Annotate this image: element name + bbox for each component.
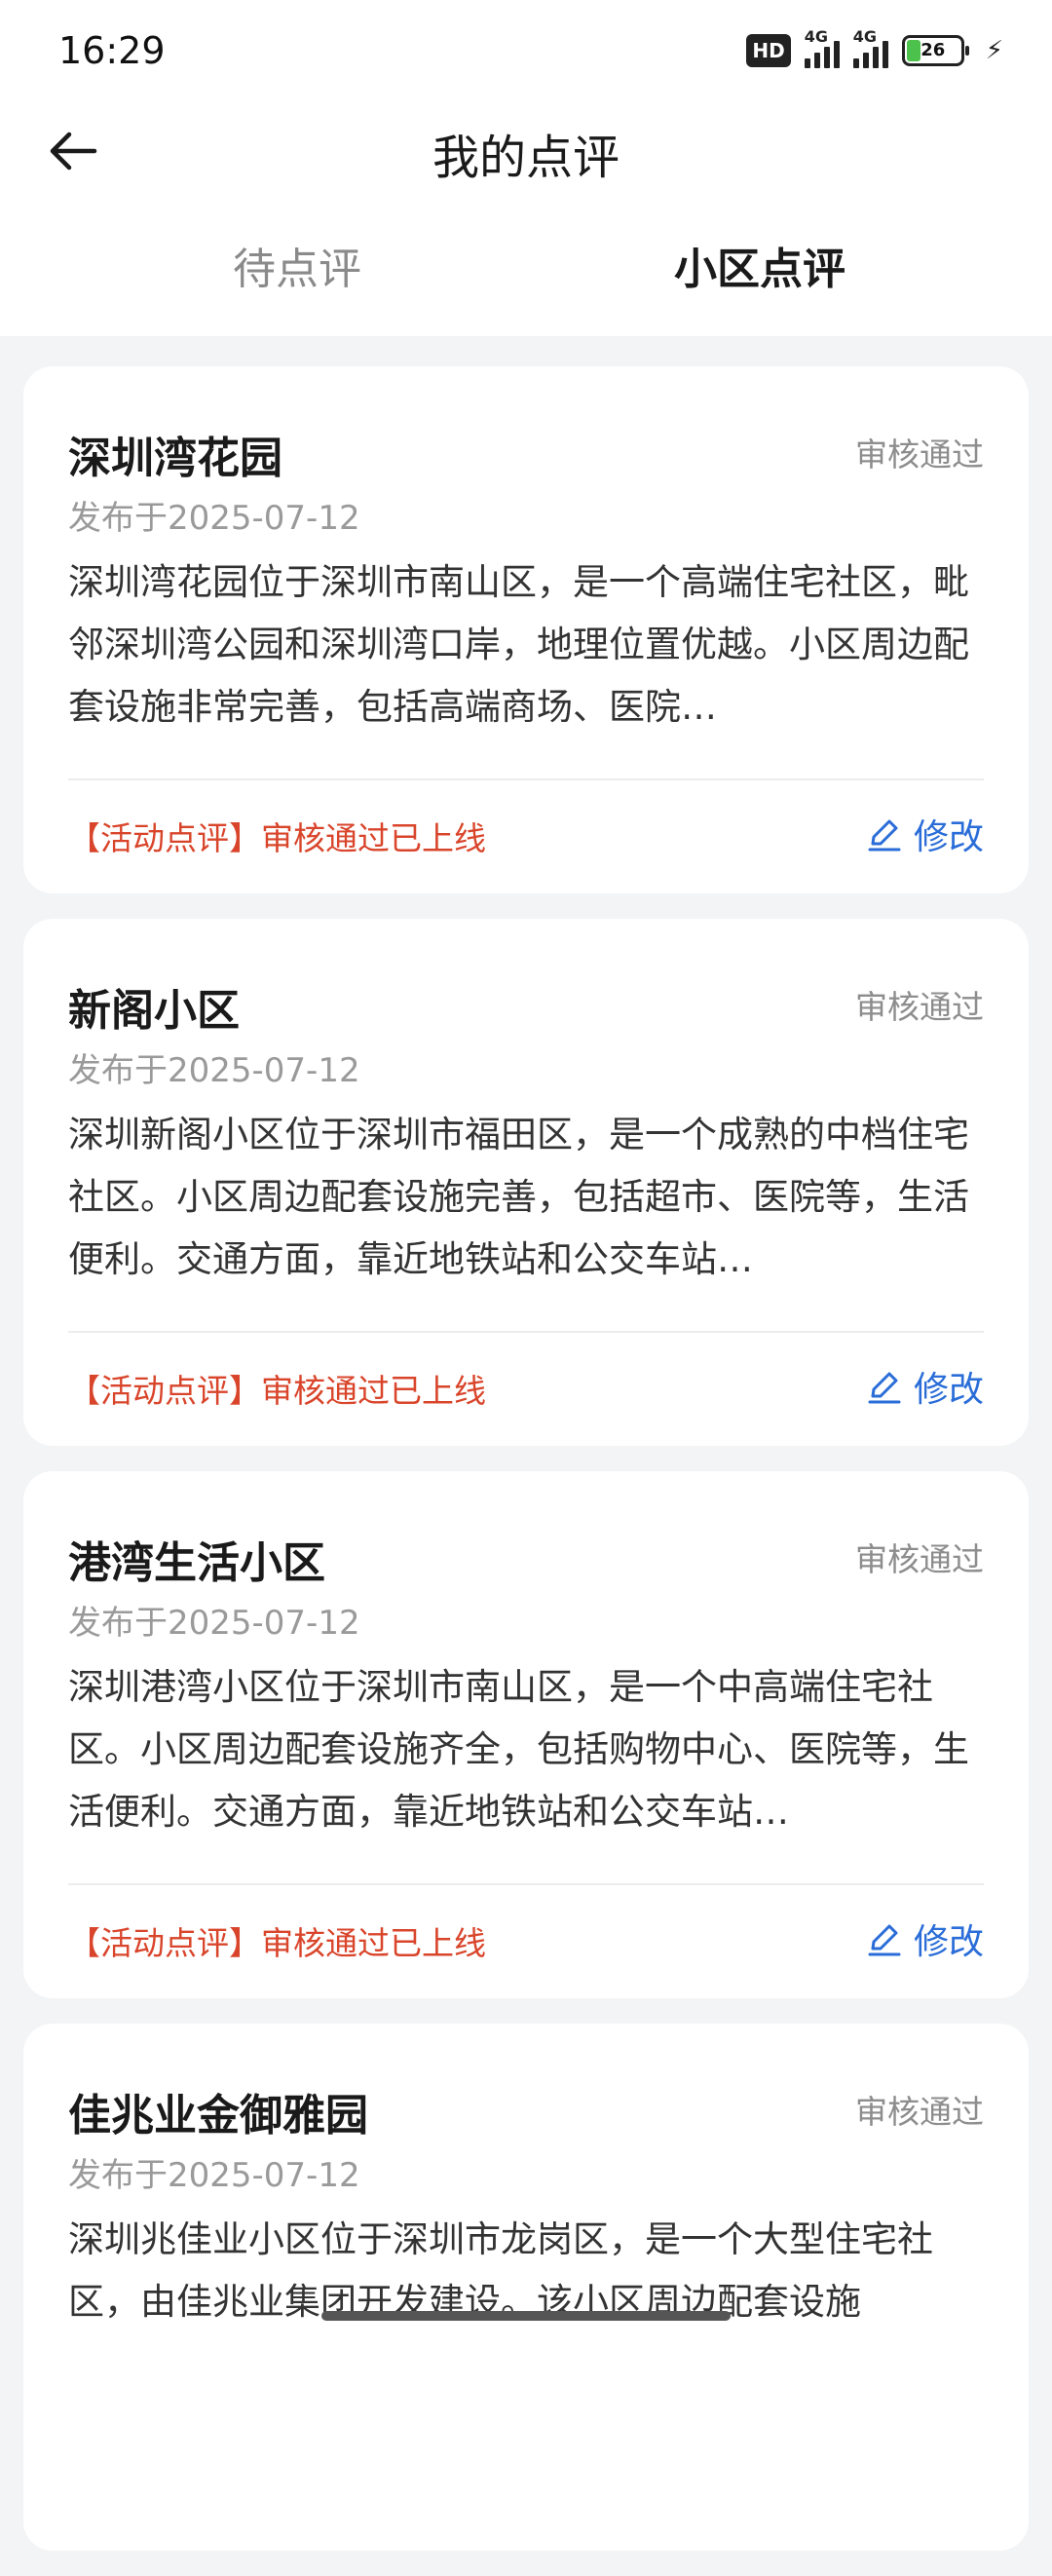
review-status: 审核通过 [855,2093,984,2131]
review-card[interactable]: 佳兆业金御雅园 审核通过 发布于2025-07-12 深圳兆佳业小区位于深圳市龙… [23,2024,1029,2551]
publish-date: 发布于2025-07-12 [68,1051,360,1090]
review-text: 深圳港湾小区位于深圳市南山区，是一个中高端住宅社区。小区周边配套设施齐全，包括购… [68,1666,969,1833]
signal-icon-2: 4G [852,27,888,68]
edit-icon [868,1924,901,1956]
divider [68,1331,984,1333]
publish-date: 发布于2025-07-12 [68,1604,360,1643]
review-text: 深圳兆佳业小区位于深圳市龙岗区，是一个大型住宅社区，由佳兆业集团开发建设。该小区… [68,2218,933,2323]
publish-date: 发布于2025-07-12 [68,2156,360,2195]
hd-icon: HD [746,34,791,67]
review-text: 深圳湾花园位于深圳市南山区，是一个高端住宅社区，毗邻深圳湾公园和深圳湾口岸，地理… [68,561,969,728]
page-title: 我的点评 [432,131,620,185]
activity-tag: 【活动点评】审核通过已上线 [68,1924,486,1962]
review-status: 审核通过 [855,1540,984,1578]
community-name: 佳兆业金御雅园 [68,2091,368,2140]
edit-label: 修改 [913,1370,984,1410]
divider [68,1883,984,1885]
edit-button[interactable]: 修改 [865,1361,984,1412]
edit-label: 修改 [913,817,984,857]
edit-label: 修改 [913,1922,984,1962]
tab-community-reviews[interactable]: 小区点评 [614,234,906,296]
review-status: 审核通过 [855,988,984,1026]
nav-bar: 我的点评 [0,107,1052,195]
home-indicator[interactable] [321,2311,731,2321]
review-list: 深圳湾花园 审核通过 发布于2025-07-12 深圳湾花园位于深圳市南山区，是… [23,366,1029,2576]
status-time: 16:29 [58,29,166,72]
community-name: 新阁小区 [68,986,240,1036]
divider [68,778,984,780]
review-card[interactable]: 深圳湾花园 审核通过 发布于2025-07-12 深圳湾花园位于深圳市南山区，是… [23,366,1029,893]
publish-date: 发布于2025-07-12 [68,499,360,538]
community-name: 港湾生活小区 [68,1538,325,1588]
battery-icon: 26 [901,35,969,66]
tab-bar: 待点评 小区点评 [0,234,1052,312]
review-text: 深圳新阁小区位于深圳市福田区，是一个成熟的中档住宅社区。小区周边配套设施完善，包… [68,1114,969,1280]
edit-icon [868,819,901,852]
status-bar: 16:29 HD 4G 4G 26 ⚡ [0,0,1052,97]
review-card[interactable]: 新阁小区 审核通过 发布于2025-07-12 深圳新阁小区位于深圳市福田区，是… [23,919,1029,1446]
top-section: 16:29 HD 4G 4G 26 ⚡ 我的点评 待点评 小区点评 [0,0,1052,336]
review-card[interactable]: 港湾生活小区 审核通过 发布于2025-07-12 深圳港湾小区位于深圳市南山区… [23,1471,1029,1998]
signal-icon: 4G [804,27,840,68]
community-name: 深圳湾花园 [68,434,282,483]
edit-button[interactable]: 修改 [865,809,984,859]
tab-pending-reviews[interactable]: 待点评 [151,234,443,296]
activity-tag: 【活动点评】审核通过已上线 [68,1372,486,1410]
charging-icon: ⚡ [985,36,1003,65]
status-icons: HD 4G 4G 26 ⚡ [746,27,1003,68]
edit-button[interactable]: 修改 [865,1913,984,1964]
activity-tag: 【活动点评】审核通过已上线 [68,819,486,857]
edit-icon [868,1372,901,1404]
review-status: 审核通过 [855,436,984,474]
